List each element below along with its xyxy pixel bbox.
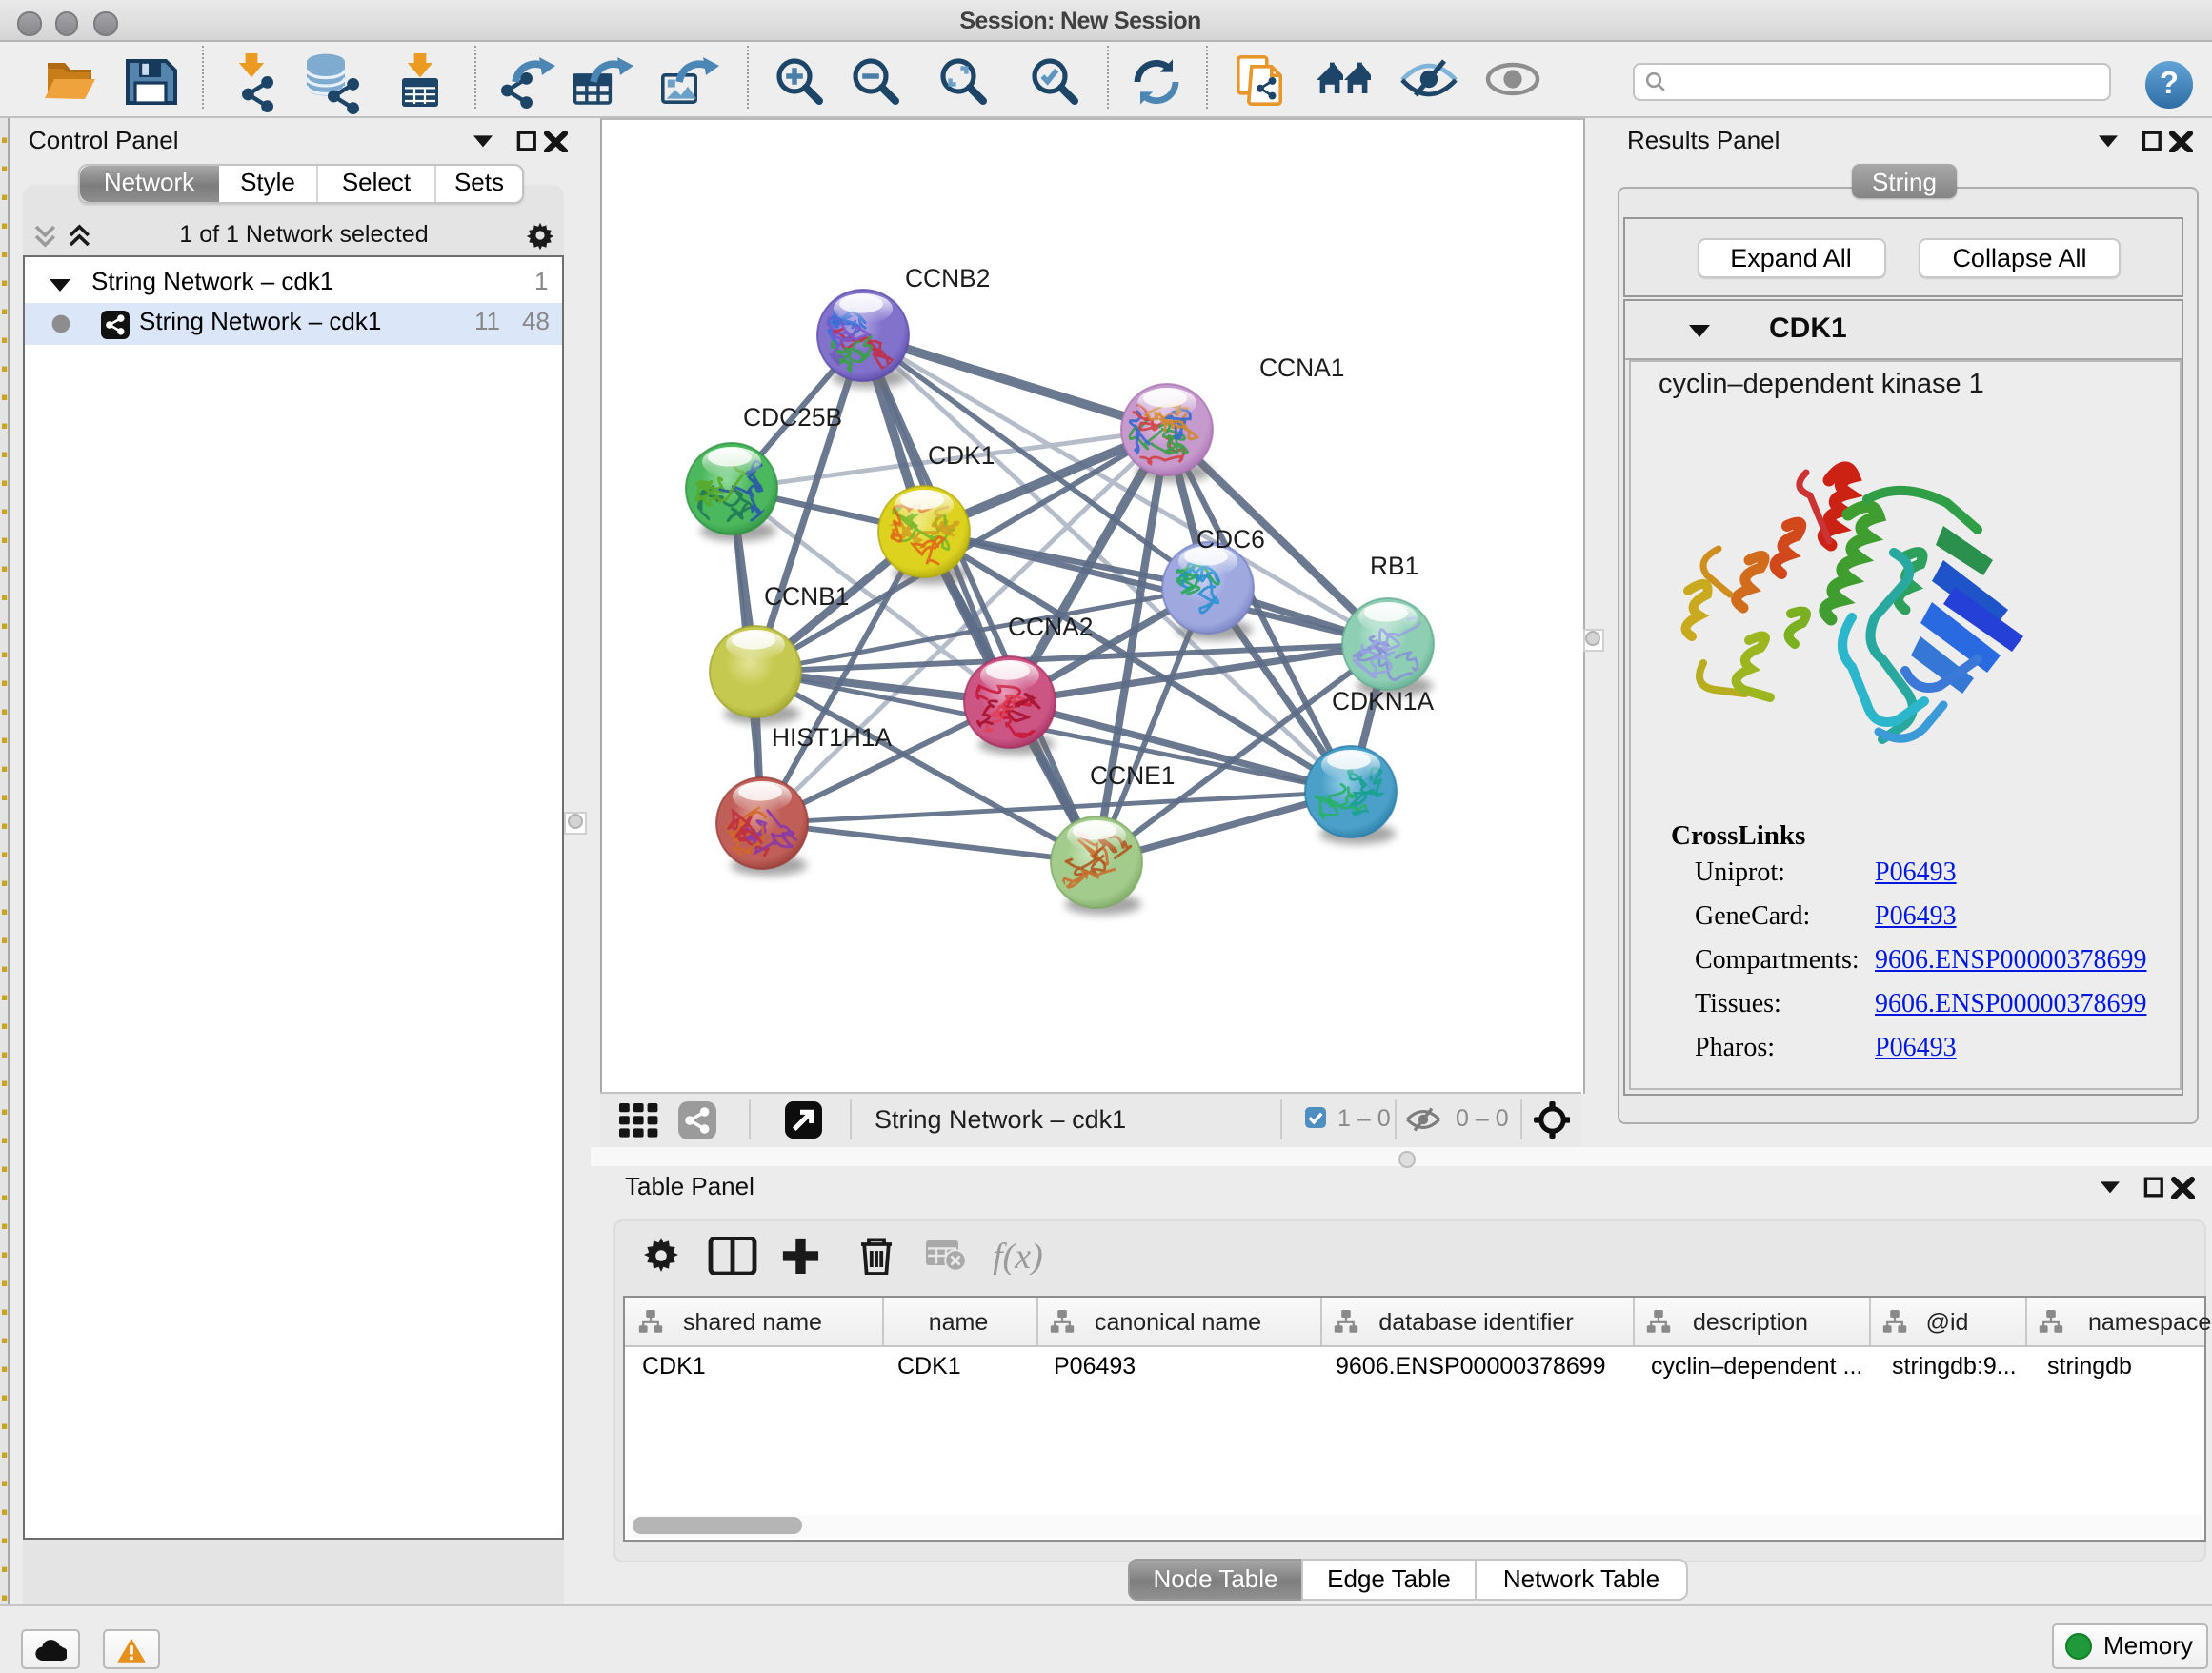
svg-text:CCNE1: CCNE1 (1090, 760, 1175, 789)
svg-text:CCNB2: CCNB2 (905, 263, 990, 292)
svg-text:CCNA1: CCNA1 (1259, 353, 1344, 381)
svg-text:CDK1: CDK1 (928, 440, 995, 469)
svg-text:HIST1H1A: HIST1H1A (772, 722, 893, 751)
svg-text:RB1: RB1 (1370, 551, 1418, 579)
svg-text:CCNB1: CCNB1 (764, 581, 849, 610)
svg-text:CDKN1A: CDKN1A (1332, 686, 1434, 715)
svg-text:CDC6: CDC6 (1196, 524, 1265, 553)
svg-text:CDC25B: CDC25B (743, 402, 842, 431)
svg-text:CCNA2: CCNA2 (1008, 612, 1093, 640)
svg-text:f(x): f(x) (993, 1236, 1043, 1274)
